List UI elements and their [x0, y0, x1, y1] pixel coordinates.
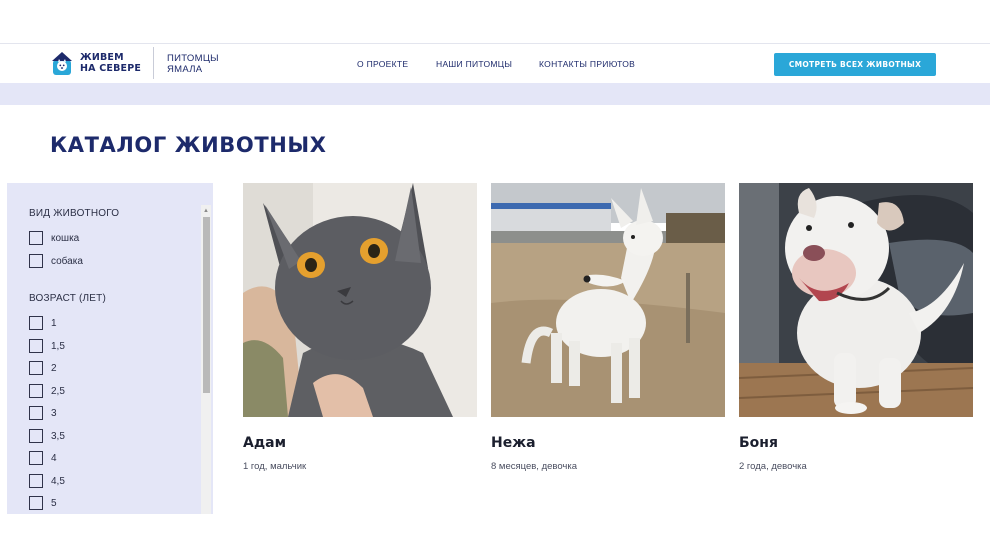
filter-option-label: 2 [51, 362, 57, 374]
checkbox[interactable] [29, 361, 43, 375]
scroll-thumb[interactable] [203, 217, 210, 393]
pet-card[interactable]: Боня 2 года, девочка [739, 183, 973, 472]
filter-option-age[interactable]: 4,5 [29, 474, 65, 488]
filter-option-label: 2,5 [51, 385, 65, 397]
checkbox[interactable] [29, 429, 43, 443]
logo-subtitle: ПИТОМЦЫ ЯМАЛА [167, 53, 219, 75]
site-header: ЖИВЕМ НА СЕВЕРЕ ПИТОМЦЫ ЯМАЛА О ПРОЕКТЕ … [0, 43, 990, 83]
checkbox[interactable] [29, 451, 43, 465]
filter-option-label: 1 [51, 317, 57, 329]
filter-option-label: 4 [51, 452, 57, 464]
logo[interactable]: ЖИВЕМ НА СЕВЕРЕ [50, 49, 141, 77]
filter-option-age[interactable]: 3 [29, 406, 57, 420]
pet-photo-cat[interactable] [243, 183, 477, 417]
filter-option-label: 4,5 [51, 475, 65, 487]
header-band [0, 83, 990, 105]
age-filter-title: ВОЗРАСТ (ЛЕТ) [29, 293, 106, 304]
filter-option-age[interactable]: 2 [29, 361, 57, 375]
filter-option-dog[interactable]: собака [29, 254, 83, 268]
logo-text: ЖИВЕМ НА СЕВЕРЕ [80, 52, 141, 74]
filter-option-label: 3 [51, 407, 57, 419]
filter-option-age[interactable]: 3,5 [29, 429, 65, 443]
filter-option-age[interactable]: 5 [29, 496, 57, 510]
house-pet-logo-icon [52, 52, 72, 75]
filter-option-label: кошка [51, 232, 80, 244]
filter-option-cat[interactable]: кошка [29, 231, 79, 245]
logo-line-2: НА СЕВЕРЕ [80, 63, 142, 74]
pet-description: 1 год, мальчик [243, 461, 307, 472]
pet-card[interactable]: Адам 1 год, мальчик [243, 183, 477, 472]
pet-name[interactable]: Нежа [491, 435, 536, 451]
checkbox[interactable] [29, 339, 43, 353]
filter-option-age[interactable]: 2,5 [29, 384, 65, 398]
top-blank-area [0, 0, 990, 43]
pet-card[interactable]: Нежа 8 месяцев, девочка [491, 183, 725, 472]
checkbox[interactable] [29, 384, 43, 398]
logo-line-1: ЖИВЕМ [80, 52, 124, 63]
checkbox[interactable] [29, 496, 43, 510]
filter-option-label: 3,5 [51, 430, 65, 442]
filter-option-age[interactable]: 4 [29, 451, 57, 465]
filter-option-age[interactable]: 1,5 [29, 339, 65, 353]
pet-description: 8 месяцев, девочка [491, 461, 578, 472]
logo-subtitle-line-1: ПИТОМЦЫ [167, 53, 219, 64]
pet-description: 2 года, девочка [739, 461, 807, 472]
scroll-up-arrow-icon[interactable]: ▲ [201, 206, 211, 216]
pet-name[interactable]: Боня [739, 435, 778, 451]
nav-our-pets[interactable]: НАШИ ПИТОМЦЫ [436, 59, 512, 69]
logo-subtitle-line-2: ЯМАЛА [167, 64, 203, 75]
checkbox[interactable] [29, 231, 43, 245]
filter-option-label: 1,5 [51, 340, 65, 352]
checkbox[interactable] [29, 254, 43, 268]
species-filter-title: ВИД ЖИВОТНОГО [29, 208, 120, 219]
checkbox[interactable] [29, 316, 43, 330]
filter-option-label: собака [51, 255, 83, 267]
sidebar-scrollbar[interactable]: ▲ [201, 205, 211, 514]
pet-name[interactable]: Адам [243, 435, 286, 451]
page-title: КАТАЛОГ ЖИВОТНЫХ [50, 133, 327, 157]
logo-divider [153, 47, 154, 79]
pet-photo-dog[interactable] [491, 183, 725, 417]
filter-option-age[interactable]: 1 [29, 316, 57, 330]
nav-about[interactable]: О ПРОЕКТЕ [357, 59, 408, 69]
checkbox[interactable] [29, 406, 43, 420]
see-all-animals-button[interactable]: СМОТРЕТЬ ВСЕХ ЖИВОТНЫХ [774, 53, 936, 76]
checkbox[interactable] [29, 474, 43, 488]
filter-option-label: 5 [51, 497, 57, 509]
nav-shelter-contacts[interactable]: КОНТАКТЫ ПРИЮТОВ [539, 59, 635, 69]
filter-sidebar: ВИД ЖИВОТНОГО кошка собака ВОЗРАСТ (ЛЕТ)… [7, 183, 213, 514]
pet-photo-dog[interactable] [739, 183, 973, 417]
